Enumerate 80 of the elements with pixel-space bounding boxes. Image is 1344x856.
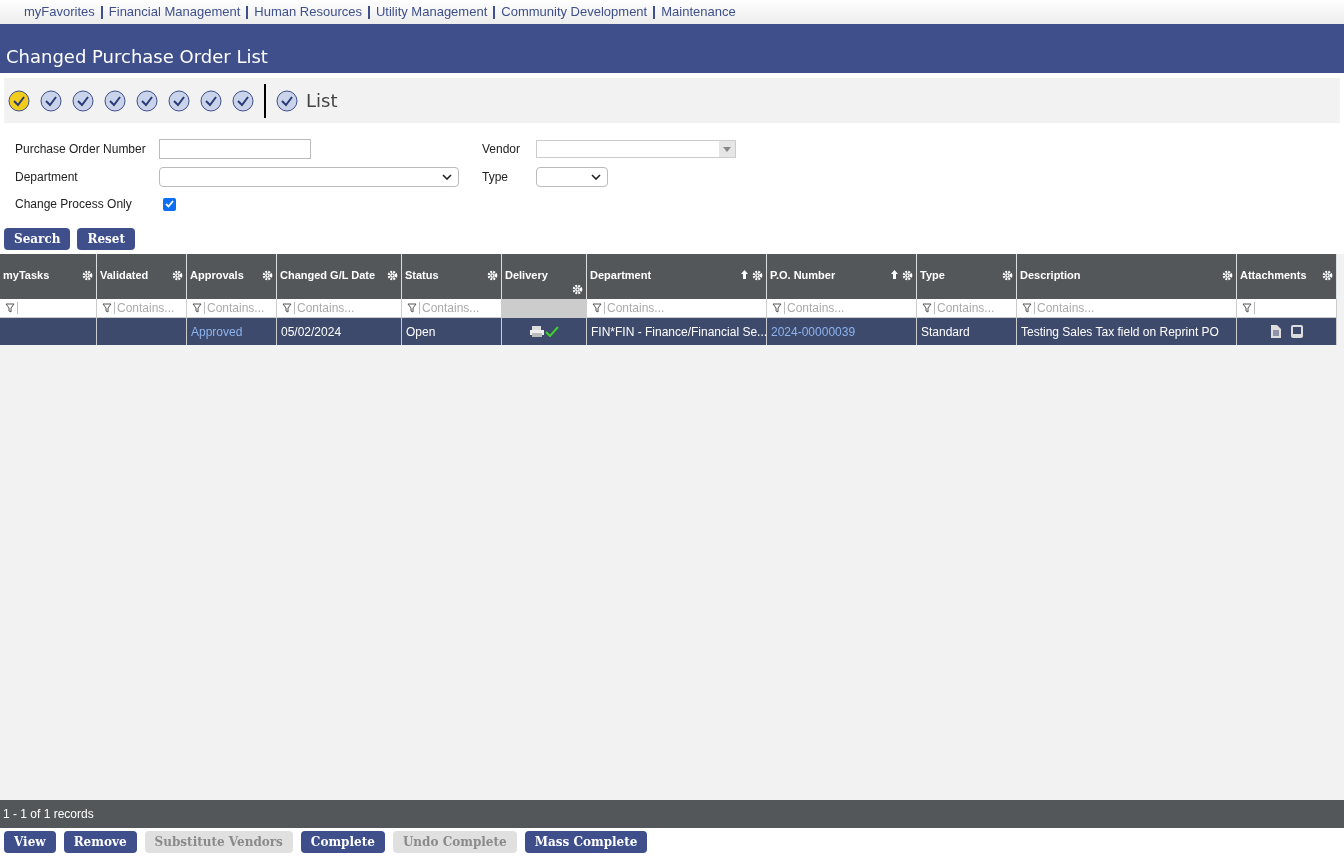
gear-icon[interactable] <box>172 270 183 281</box>
column-header[interactable]: Description <box>1017 254 1237 299</box>
column-header[interactable]: Delivery <box>502 254 587 299</box>
table-link[interactable]: 2024-00000039 <box>771 322 856 341</box>
filter-icon[interactable] <box>102 303 112 313</box>
field-label: Purchase Order Number <box>15 141 147 158</box>
sort-arrow-icon[interactable] <box>741 270 748 279</box>
checkmark-icon[interactable] <box>40 89 62 112</box>
column-header[interactable]: Status <box>402 254 502 299</box>
input-field[interactable] <box>159 139 311 159</box>
filter-placeholder: Contains... <box>937 300 995 317</box>
gear-icon[interactable] <box>902 270 913 281</box>
table-cell: Standard <box>917 318 1017 345</box>
filter-placeholder: Contains... <box>117 300 175 317</box>
column-header[interactable]: Approvals <box>187 254 277 299</box>
action-button[interactable]: Reset <box>77 228 135 250</box>
nav-link[interactable]: Maintenance <box>661 2 736 22</box>
table-link[interactable]: Approved <box>191 322 243 341</box>
filter-placeholder: Contains... <box>207 300 265 317</box>
action-button[interactable]: Mass Complete <box>524 831 648 853</box>
notebook-icon[interactable] <box>1290 325 1303 338</box>
chevron-icon <box>442 174 452 180</box>
filter-icon[interactable] <box>5 303 15 313</box>
filter-icon[interactable] <box>1242 303 1252 313</box>
filter-placeholder: Contains... <box>1037 300 1095 317</box>
gear-icon[interactable] <box>82 270 93 281</box>
gear-icon[interactable] <box>752 270 763 281</box>
sort-arrow-icon[interactable] <box>891 270 898 279</box>
gear-icon[interactable] <box>487 270 498 281</box>
table-cell: Testing Sales Tax field on Reprint PO <box>1017 318 1237 345</box>
column-header[interactable]: Type <box>917 254 1017 299</box>
checkmark-icon <box>544 326 559 337</box>
column-header[interactable]: Department <box>587 254 767 299</box>
filter-placeholder: Contains... <box>422 300 480 317</box>
field-label: Change Process Only <box>15 196 133 213</box>
table-cell: FIN*FIN - Finance/Financial Se... <box>587 318 767 345</box>
filter-icon[interactable] <box>592 303 602 313</box>
document-icon[interactable] <box>1270 325 1281 338</box>
gear-icon[interactable] <box>262 270 273 281</box>
action-button[interactable]: Remove <box>63 831 137 853</box>
filter-placeholder: Contains... <box>297 300 355 317</box>
table-cell: Open <box>402 318 502 345</box>
nav-link[interactable]: Human Resources <box>254 2 362 22</box>
gear-icon[interactable] <box>1222 270 1233 281</box>
gear-icon[interactable] <box>387 270 398 281</box>
nav-link[interactable]: myFavorites <box>24 2 95 22</box>
action-button[interactable]: Search <box>4 228 71 250</box>
filter-icon[interactable] <box>922 303 932 313</box>
record-count: 1 - 1 of 1 records <box>3 806 94 823</box>
field-label: Department <box>15 169 79 186</box>
filter-placeholder: Contains... <box>607 300 665 317</box>
filter-field[interactable] <box>0 299 97 318</box>
gear-icon[interactable] <box>1002 270 1013 281</box>
toolbar-label: List <box>306 89 338 113</box>
field-label: Vendor <box>482 141 522 158</box>
filter-placeholder: Contains... <box>787 300 845 317</box>
nav-link[interactable]: Financial Management <box>108 2 241 22</box>
column-header[interactable]: Validated <box>97 254 187 299</box>
column-header[interactable]: P.O. Number <box>767 254 917 299</box>
field-label: Type <box>482 169 509 186</box>
filter-icon[interactable] <box>1022 303 1032 313</box>
column-header[interactable]: myTasks <box>0 254 97 299</box>
chevron-icon <box>591 174 601 180</box>
action-button[interactable]: Complete <box>300 831 385 853</box>
gear-icon[interactable] <box>572 284 583 295</box>
filter-icon[interactable] <box>192 303 202 313</box>
filter-icon[interactable] <box>772 303 782 313</box>
checkbox[interactable] <box>163 197 176 211</box>
column-header[interactable]: Attachments <box>1237 254 1337 299</box>
nav-link[interactable]: Utility Management <box>376 2 488 22</box>
column-header[interactable]: Changed G/L Date <box>277 254 402 299</box>
table-cell: 05/02/2024 <box>277 318 402 345</box>
filter-icon[interactable] <box>407 303 417 313</box>
gear-icon[interactable] <box>1322 270 1333 281</box>
action-button[interactable]: View <box>4 831 56 853</box>
nav-link[interactable]: Community Development <box>501 2 648 22</box>
filter-icon[interactable] <box>282 303 292 313</box>
caret-icon <box>723 146 731 152</box>
filter-field[interactable] <box>1237 299 1337 318</box>
page-title: Changed Purchase Order List <box>6 45 268 69</box>
